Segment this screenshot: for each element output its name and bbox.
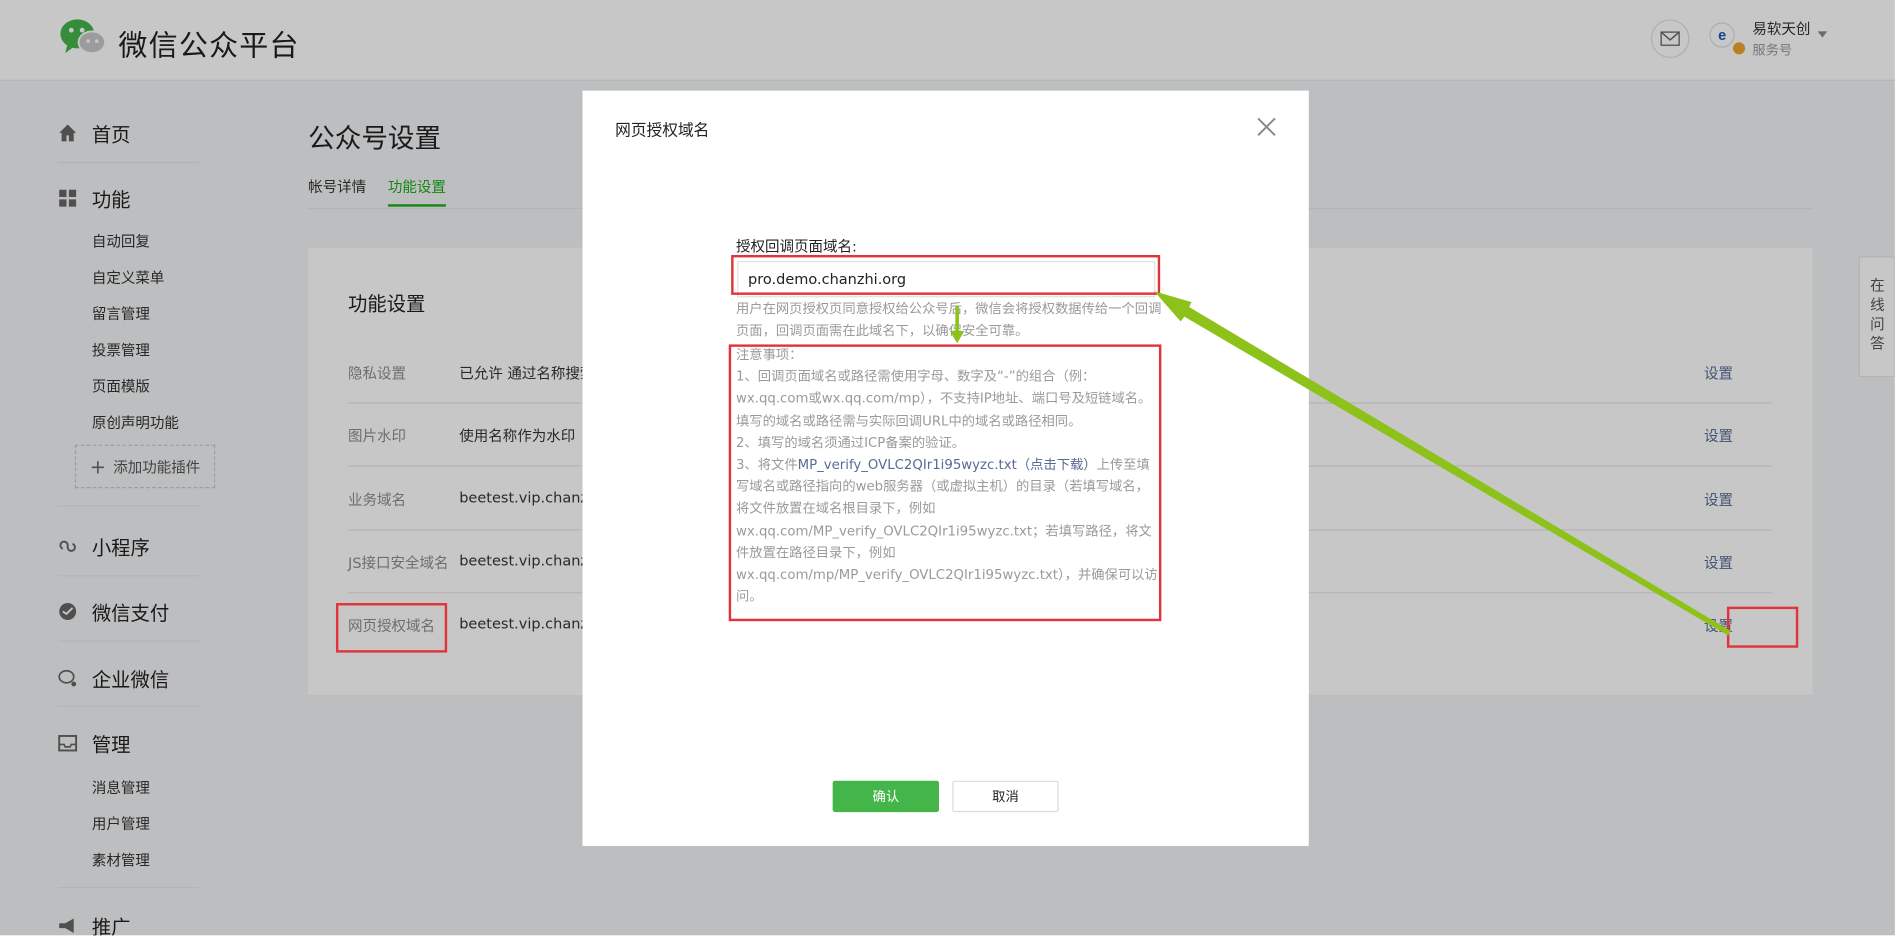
- close-icon[interactable]: [1254, 115, 1278, 139]
- notes-title: 注意事项：: [735, 346, 803, 363]
- note-3-suffix: 上传至填写域名或路径指向的web服务器（或虚拟主机）的目录（若填写域名，将文件放…: [735, 456, 1158, 605]
- note-1: 1、回调页面域名或路径需使用字母、数字及“-”的组合（例：wx.qq.com或w…: [735, 368, 1152, 429]
- oauth-domain-dialog: 网页授权域名 授权回调页面域名: 用户在网页授权页同意授权给公众号后，微信会将授…: [582, 90, 1309, 846]
- note-3-prefix: 3、将文件: [735, 456, 798, 473]
- verify-file-link[interactable]: MP_verify_OVLC2QIr1i95wyzc.txt: [798, 457, 1017, 473]
- domain-field-label: 授权回调页面域名:: [735, 238, 857, 255]
- note-3: 3、将文件MP_verify_OVLC2QIr1i95wyzc.txt（点击下载…: [736, 454, 1161, 608]
- confirm-button[interactable]: 确认: [832, 780, 940, 813]
- domain-input[interactable]: [737, 261, 1156, 298]
- download-link[interactable]: （点击下载）: [1017, 457, 1097, 473]
- dialog-title: 网页授权域名: [615, 122, 710, 141]
- wechat-mp-page: 微信公众平台 e 易软天创 服务号 首页 功能 自动回复 自定义菜单 留言管理 …: [0, 0, 1895, 936]
- notes-block: 注意事项： 1、回调页面域名或路径需使用字母、数字及“-”的组合（例：wx.qq…: [736, 344, 1161, 608]
- note-2: 2、填写的域名须通过ICP备案的验证。: [735, 434, 966, 451]
- domain-description: 用户在网页授权页同意授权给公众号后，微信会将授权数据传给一个回调页面，回调页面需…: [735, 300, 1162, 339]
- cancel-button[interactable]: 取消: [952, 780, 1059, 813]
